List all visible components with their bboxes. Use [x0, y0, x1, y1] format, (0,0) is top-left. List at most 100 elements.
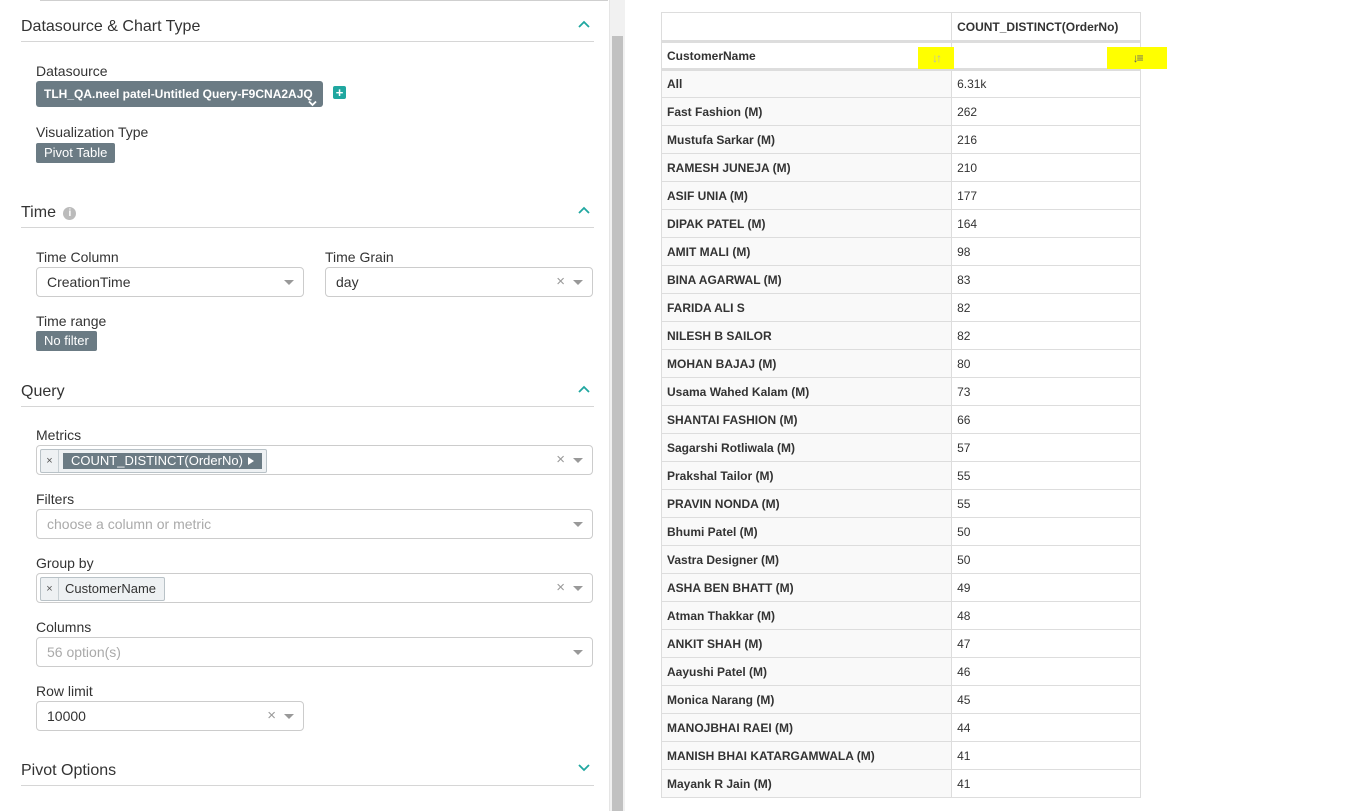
table-row: MOHAN BAJAJ (M) 80 — [660, 349, 1141, 378]
clear-icon[interactable]: × — [267, 707, 276, 724]
rowlimit-label: Row limit — [36, 683, 93, 699]
groupby-tag[interactable]: × CustomerName — [40, 577, 166, 601]
row-value: 82 — [951, 293, 1141, 322]
row-label: BINA AGARWAL (M) — [660, 265, 953, 294]
row-label: ASHA BEN BHATT (M) — [660, 573, 953, 602]
chevron-down-icon[interactable] — [578, 764, 590, 776]
info-icon[interactable]: i — [63, 207, 77, 220]
row-value: 73 — [951, 377, 1141, 406]
table-row: MANISH BHAI KATARGAMWALA (M) 41 — [660, 741, 1141, 770]
caret-down-icon — [573, 586, 583, 591]
time-column-label: Time Column — [36, 249, 119, 265]
clear-icon[interactable]: × — [556, 273, 565, 290]
row-value: 80 — [951, 349, 1141, 378]
empty-header-cell — [660, 12, 953, 43]
remove-tag-icon[interactable]: × — [41, 450, 59, 472]
row-value: 41 — [951, 769, 1141, 798]
row-label: Sagarshi Rotliwala (M) — [660, 433, 953, 462]
row-value: 83 — [951, 265, 1141, 294]
table-row: FARIDA ALI S 82 — [660, 293, 1141, 322]
sort-icon[interactable]: ↓↑ — [918, 47, 954, 69]
customer-name-header[interactable]: CustomerName ↓↑ — [660, 41, 954, 71]
row-value: 48 — [951, 601, 1141, 630]
groupby-select[interactable]: × CustomerName × — [36, 573, 593, 603]
metric-sort-header[interactable]: ↓≡ — [951, 41, 1168, 71]
row-label: MANISH BHAI KATARGAMWALA (M) — [660, 741, 953, 770]
row-value: 50 — [951, 545, 1141, 574]
row-value: 45 — [951, 685, 1141, 714]
metric-tag-label[interactable]: COUNT_DISTINCT(OrderNo) — [63, 453, 262, 469]
row-label: ASIF UNIA (M) — [660, 181, 953, 210]
table-row: RAMESH JUNEJA (M) 210 — [660, 153, 1141, 182]
row-value: 177 — [951, 181, 1141, 210]
section-pivot-options-header[interactable]: Pivot Options — [21, 756, 594, 786]
table-row: Mayank R Jain (M) 41 — [660, 769, 1141, 798]
filters-label: Filters — [36, 491, 75, 507]
groupby-tag-label: CustomerName — [65, 581, 157, 596]
caret-down-icon — [284, 280, 294, 285]
row-label: Atman Thakkar (M) — [660, 601, 953, 630]
table-row: ANKIT SHAH (M) 47 — [660, 629, 1141, 658]
filters-select[interactable]: choose a column or metric — [36, 509, 593, 539]
metrics-select[interactable]: × COUNT_DISTINCT(OrderNo) × — [36, 445, 593, 475]
metric-header: COUNT_DISTINCT(OrderNo) — [951, 12, 1141, 43]
rowlimit-select[interactable]: 10000 × — [36, 701, 304, 731]
table-row: DIPAK PATEL (M) 164 — [660, 209, 1141, 238]
row-value: 46 — [951, 657, 1141, 686]
row-label: Mustufa Sarkar (M) — [660, 125, 953, 154]
row-label: Monica Narang (M) — [660, 685, 953, 714]
datasource-value: TLH_QA.neel patel-Untitled Query-F9CNA2A… — [44, 87, 313, 101]
row-value: 50 — [951, 517, 1141, 546]
row-value: 55 — [951, 489, 1141, 518]
row-label: NILESH B SAILOR — [660, 321, 953, 350]
row-label: MANOJBHAI RAEI (M) — [660, 713, 953, 742]
scrollbar-thumb[interactable] — [612, 36, 623, 811]
columns-select[interactable]: 56 option(s) — [36, 637, 593, 667]
table-row: AMIT MALI (M) 98 — [660, 237, 1141, 266]
chevron-up-icon[interactable] — [578, 206, 590, 218]
section-title: Time i — [21, 204, 77, 222]
table-row: Usama Wahed Kalam (M) 73 — [660, 377, 1141, 406]
time-range-button[interactable]: No filter — [36, 331, 97, 351]
time-grain-select[interactable]: day × — [325, 267, 593, 297]
section-title: Datasource & Chart Type — [21, 18, 201, 35]
chevron-up-icon[interactable] — [578, 20, 590, 32]
row-value: 98 — [951, 237, 1141, 266]
remove-tag-icon[interactable]: × — [41, 578, 59, 600]
chevron-up-icon[interactable] — [578, 385, 590, 397]
section-datasource-header[interactable]: Datasource & Chart Type — [21, 12, 594, 42]
pivot-table-container: COUNT_DISTINCT(OrderNo) CustomerName ↓↑ … — [660, 12, 1168, 798]
section-query-header[interactable]: Query — [21, 377, 594, 407]
row-label: RAMESH JUNEJA (M) — [660, 153, 953, 182]
sort-desc-icon[interactable]: ↓≡ — [1107, 47, 1168, 69]
columns-label: Columns — [36, 619, 92, 635]
table-row: ASHA BEN BHATT (M) 49 — [660, 573, 1141, 602]
table-row: MANOJBHAI RAEI (M) 44 — [660, 713, 1141, 742]
table-row: Prakshal Tailor (M) 55 — [660, 461, 1141, 490]
caret-down-icon — [284, 714, 294, 719]
add-datasource-icon[interactable]: + — [333, 86, 346, 99]
table-header-row: CustomerName ↓↑ ↓≡ — [660, 41, 1168, 71]
rowlimit-value: 10000 — [47, 708, 86, 724]
viz-type-label: Visualization Type — [36, 124, 149, 140]
panel-gutter — [625, 0, 661, 811]
time-range-label: Time range — [36, 313, 107, 329]
section-title: Query — [21, 383, 65, 400]
row-value: 164 — [951, 209, 1141, 238]
row-value: 55 — [951, 461, 1141, 490]
metric-tag[interactable]: × COUNT_DISTINCT(OrderNo) — [40, 449, 267, 473]
datasource-dropdown[interactable]: TLH_QA.neel patel-Untitled Query-F9CNA2A… — [36, 81, 323, 107]
row-label: SHANTAI FASHION (M) — [660, 405, 953, 434]
viz-type-button[interactable]: Pivot Table — [36, 143, 116, 163]
clear-icon[interactable]: × — [556, 451, 565, 468]
table-row: NILESH B SAILOR 82 — [660, 321, 1141, 350]
caret-down-icon — [573, 650, 583, 655]
table-row: Mustufa Sarkar (M) 216 — [660, 125, 1141, 154]
clear-icon[interactable]: × — [556, 579, 565, 596]
filters-placeholder: choose a column or metric — [47, 516, 212, 532]
groupby-label: Group by — [36, 555, 94, 571]
time-column-select[interactable]: CreationTime — [36, 267, 304, 297]
table-row: Aayushi Patel (M) 46 — [660, 657, 1141, 686]
section-time-header[interactable]: Time i — [21, 198, 594, 228]
row-label: DIPAK PATEL (M) — [660, 209, 953, 238]
